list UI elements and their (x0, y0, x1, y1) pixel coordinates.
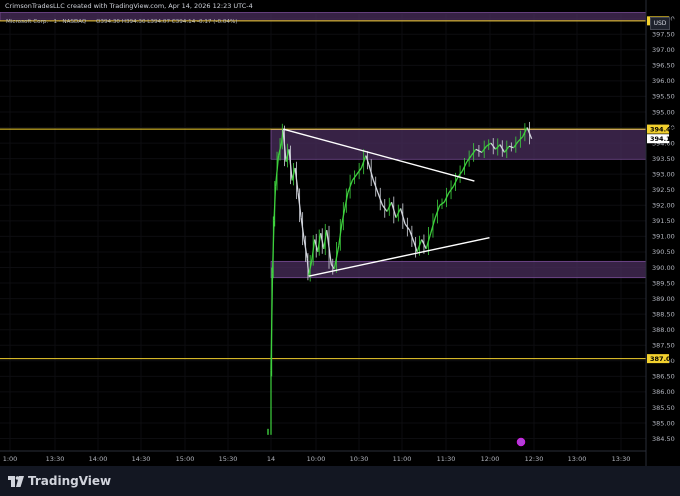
time-tick-label: 10:00 (307, 455, 326, 463)
time-tick-label: 13:30 (46, 455, 65, 463)
price-tick-label: 387.50 (652, 342, 675, 350)
price-tick-label: 395.00 (652, 108, 675, 116)
price-label-text: 387.07 (650, 355, 675, 363)
brand-name: TradingView (28, 474, 112, 488)
event-marker-icon[interactable] (516, 437, 526, 447)
price-tick-label: 393.00 (652, 170, 675, 178)
price-tick-label: 384.50 (652, 435, 675, 443)
zone-rect[interactable] (270, 260, 647, 279)
price-tick-label: 392.50 (652, 186, 675, 194)
currency-badge[interactable]: USD (650, 17, 670, 30)
price-tick-label: 389.50 (652, 279, 675, 287)
price-tick-label: 388.50 (652, 310, 675, 318)
time-tick-label: 13:30 (612, 455, 631, 463)
price-tick-label: 393.50 (652, 155, 675, 163)
price-tick-label: 391.50 (652, 217, 675, 225)
time-tick-label: 12:30 (525, 455, 544, 463)
footer-bar: TradingView (0, 466, 680, 496)
price-tick-label: 389.00 (652, 295, 675, 303)
time-tick-label: 14:30 (132, 455, 151, 463)
price-tick-label: 386.00 (652, 388, 675, 396)
time-tick-label: 11:30 (437, 455, 456, 463)
price-tick-label: 390.00 (652, 264, 675, 272)
tradingview-logo-icon (8, 475, 24, 487)
time-axis[interactable]: 1:00 13:30 14:00 14:30 15:00 15:30 14 10:00 10:3… (3, 455, 631, 463)
price-label-text: 394.14 (650, 135, 676, 143)
time-tick-label: 15:30 (219, 455, 238, 463)
price-tick-label: 392.00 (652, 202, 675, 210)
time-tick-label: 12:00 (481, 455, 500, 463)
price-chart[interactable]: 384.50385.00385.50386.00386.50387.00387.… (0, 0, 680, 466)
markers-layer (516, 437, 526, 447)
time-tick-label: 14:00 (89, 455, 108, 463)
price-tick-label: 395.50 (652, 93, 675, 101)
time-tick-label: 10:30 (350, 455, 369, 463)
price-tick-label: 391.00 (652, 233, 675, 241)
zone-rect[interactable] (270, 129, 647, 160)
price-tick-label: 397.00 (652, 46, 675, 54)
time-tick-label: 14 (267, 455, 275, 463)
symbol-legend[interactable]: Microsoft Corp. · 1 · NASDAQ O394.30 H39… (6, 16, 306, 26)
time-tick-label: 13:00 (568, 455, 587, 463)
tradingview-logo[interactable]: TradingView (8, 474, 111, 488)
time-tick-label: 1:00 (3, 455, 18, 463)
price-tick-label: 396.50 (652, 62, 675, 70)
price-tick-label: 397.50 (652, 31, 675, 39)
attribution-text: CrimsonTradesLLC created with TradingVie… (5, 2, 253, 10)
price-tick-label: 388.00 (652, 326, 675, 334)
price-tick-label: 390.50 (652, 248, 675, 256)
price-tick-label: 386.50 (652, 373, 675, 381)
price-tick-label: 385.00 (652, 419, 675, 427)
legend-ohlc: O394.30 H394.30 L394.07 C394.14 -0.17 (-… (96, 19, 237, 25)
chart-header: CrimsonTradesLLC created with TradingVie… (0, 0, 680, 14)
time-tick-label: 11:00 (393, 455, 412, 463)
price-tick-label: 385.50 (652, 404, 675, 412)
price-tick-label: 396.00 (652, 77, 675, 85)
time-tick-label: 15:00 (176, 455, 195, 463)
legend-symbol: Microsoft Corp. · 1 · NASDAQ (6, 19, 87, 25)
price-label-text: 394.45 (650, 125, 676, 133)
